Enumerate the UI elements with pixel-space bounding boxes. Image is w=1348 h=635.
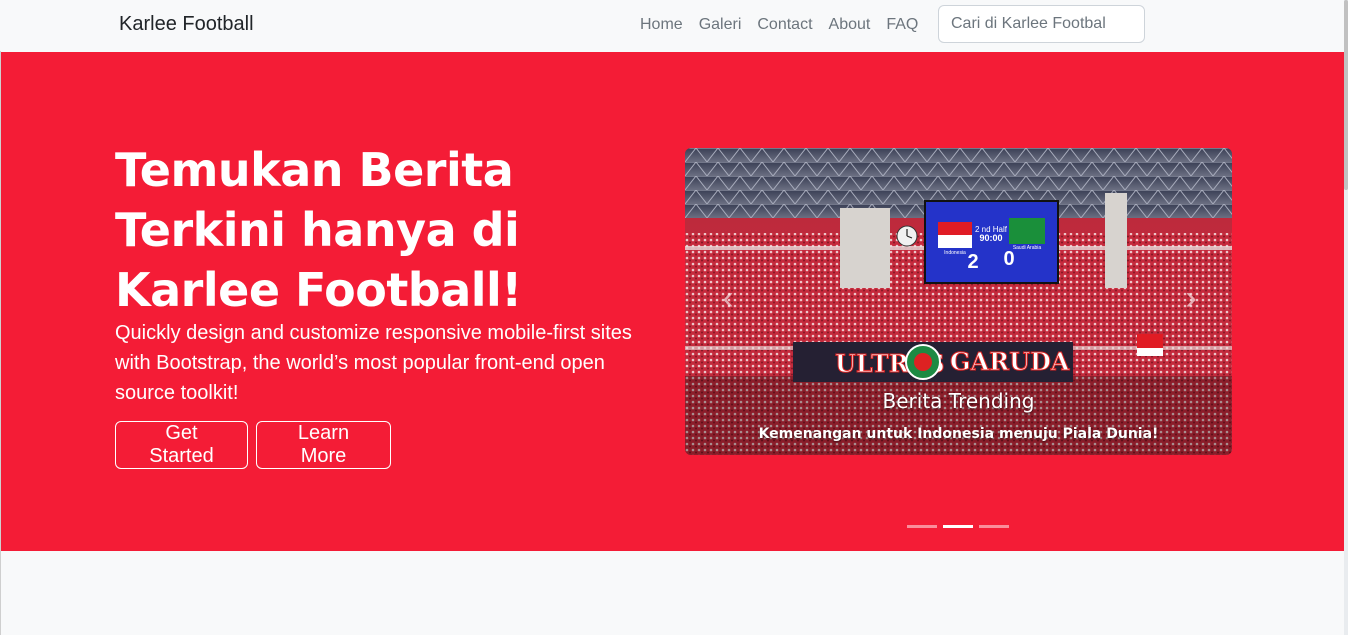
svg-text:Indonesia: Indonesia — [944, 250, 966, 256]
hero-lead: Quickly design and customize responsive … — [115, 322, 632, 404]
carousel-indicator-3[interactable] — [979, 525, 1009, 528]
get-started-button[interactable]: Get Started — [115, 421, 248, 469]
navbar: Karlee Football Home Galeri Contact Abou… — [0, 0, 1344, 51]
scrollbar-thumb[interactable] — [1344, 0, 1348, 190]
nav-link-faq[interactable]: FAQ — [886, 15, 918, 34]
svg-text:90:00: 90:00 — [979, 233, 1002, 243]
nav-link-galeri[interactable]: Galeri — [699, 15, 742, 34]
nav-link-contact[interactable]: Contact — [757, 15, 812, 34]
carousel-next-button[interactable]: › — [1176, 278, 1206, 318]
carousel-caption-text: Kemenangan untuk Indonesia menuju Piala … — [758, 426, 1159, 442]
learn-more-button[interactable]: Learn More — [256, 421, 391, 469]
carousel-indicators — [907, 525, 1009, 528]
svg-text:2: 2 — [967, 251, 978, 273]
carousel-indicator-2[interactable] — [943, 525, 973, 528]
carousel-prev-button[interactable]: ‹ — [713, 278, 743, 318]
brand-link[interactable]: Karlee Football — [119, 13, 254, 36]
carousel-indicator-1[interactable] — [907, 525, 937, 528]
svg-text:GARUDA: GARUDA — [950, 347, 1070, 376]
svg-text:Saudi Arabia: Saudi Arabia — [1013, 245, 1042, 251]
page-scrollbar[interactable] — [1344, 0, 1348, 635]
search-input[interactable] — [938, 5, 1145, 43]
hero-title: Temukan Berita Terkini hanya di Karlee F… — [115, 143, 522, 317]
svg-text:0: 0 — [1003, 248, 1014, 270]
hero-section: Temukan Berita Terkini hanya di Karlee F… — [1, 52, 1344, 551]
carousel-caption-title: Berita Trending — [882, 389, 1035, 413]
nav-links: Home Galeri Contact About FAQ — [640, 15, 934, 34]
nav-link-about[interactable]: About — [829, 15, 871, 34]
nav-link-home[interactable]: Home — [640, 15, 683, 34]
news-carousel[interactable]: 2 nd Half 90:00 Indonesia Saudi Arabia 2… — [685, 148, 1232, 455]
